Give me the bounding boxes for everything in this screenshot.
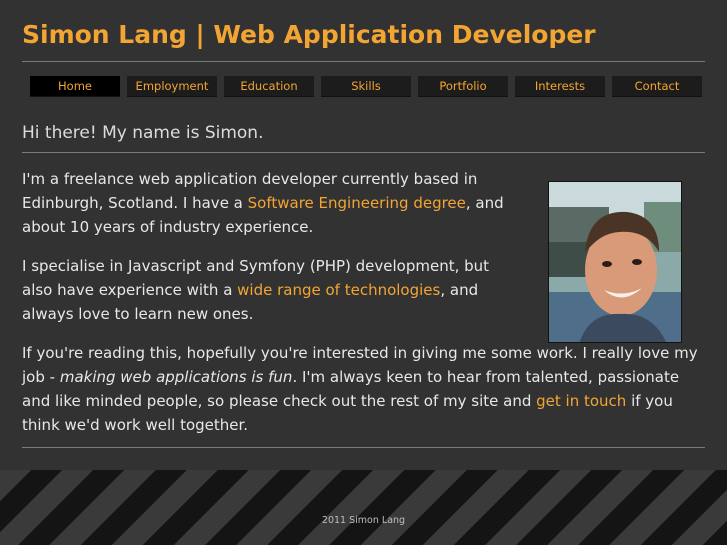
header-divider bbox=[22, 61, 705, 62]
page-heading: Hi there! My name is Simon. bbox=[22, 123, 264, 143]
degree-link[interactable]: Software Engineering degree bbox=[248, 194, 466, 212]
emphasis-text: making web applications is fun bbox=[59, 368, 293, 386]
nav-home[interactable]: Home bbox=[30, 76, 120, 97]
nav-contact[interactable]: Contact bbox=[612, 76, 702, 97]
nav-employment[interactable]: Employment bbox=[127, 76, 217, 97]
intro-paragraph: I'm a freelance web application develope… bbox=[22, 167, 512, 239]
nav-portfolio[interactable]: Portfolio bbox=[418, 76, 508, 97]
portrait-image bbox=[549, 182, 681, 342]
nav-skills[interactable]: Skills bbox=[321, 76, 411, 97]
footer-copyright: 2011 Simon Lang bbox=[321, 515, 406, 526]
get-in-touch-link[interactable]: get in touch bbox=[536, 392, 626, 410]
technologies-link[interactable]: wide range of technologies bbox=[237, 281, 440, 299]
skills-paragraph: I specialise in Javascript and Symfony (… bbox=[22, 254, 522, 326]
main-nav: Home Employment Education Skills Portfol… bbox=[30, 76, 702, 97]
nav-interests[interactable]: Interests bbox=[515, 76, 605, 97]
content-divider bbox=[22, 447, 705, 448]
profile-photo bbox=[548, 181, 682, 343]
site-title: Simon Lang | Web Application Developer bbox=[22, 20, 596, 49]
nav-education[interactable]: Education bbox=[224, 76, 314, 97]
heading-divider bbox=[22, 152, 705, 153]
contact-paragraph: If you're reading this, hopefully you're… bbox=[22, 341, 705, 437]
footer: 2011 Simon Lang bbox=[0, 470, 727, 545]
